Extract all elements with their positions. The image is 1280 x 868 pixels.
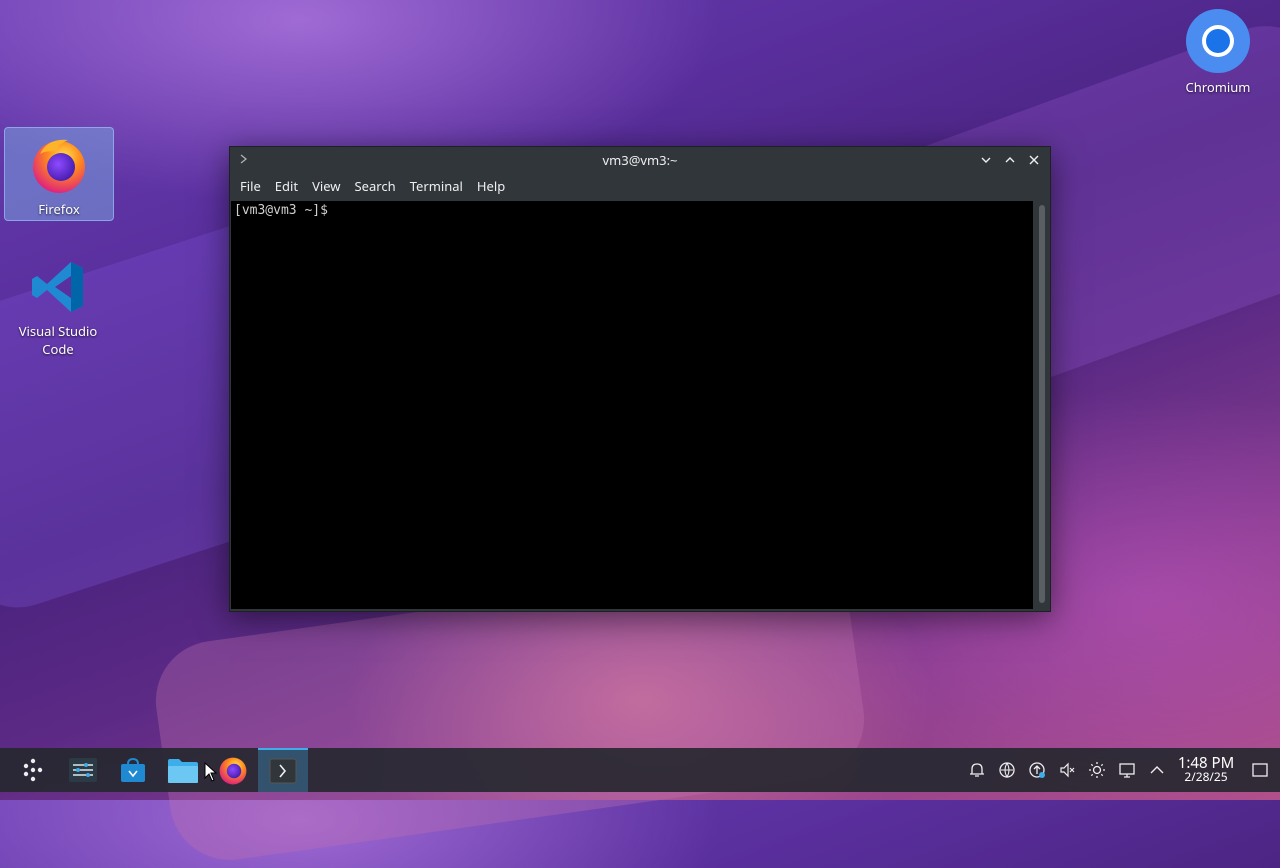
desktop-icon-label: Visual Studio Code xyxy=(18,322,98,358)
chevron-down-icon xyxy=(981,157,991,163)
show-desktop-icon xyxy=(1252,763,1268,777)
menu-edit[interactable]: Edit xyxy=(269,177,304,195)
desktop-icon-chromium[interactable]: Chromium xyxy=(1164,2,1272,96)
file-manager-icon xyxy=(168,759,198,783)
tray-display[interactable] xyxy=(1112,748,1142,792)
tray-network[interactable] xyxy=(992,748,1022,792)
system-tray: 1:48 PM 2/28/25 xyxy=(962,748,1280,792)
taskbar-file-manager[interactable] xyxy=(158,748,208,792)
minimize-button[interactable] xyxy=(976,150,996,170)
firefox-icon xyxy=(33,139,85,193)
network-icon xyxy=(999,762,1015,779)
taskbar: 1:48 PM 2/28/25 xyxy=(0,748,1280,792)
vscode-icon xyxy=(32,262,83,312)
window-titlebar[interactable]: vm3@vm3:~ xyxy=(230,147,1050,173)
menu-file[interactable]: File xyxy=(234,177,267,195)
system-settings-icon xyxy=(69,758,97,782)
tray-notifications[interactable] xyxy=(962,748,992,792)
show-desktop-button[interactable] xyxy=(1240,748,1280,792)
desktop-icon-label: Chromium xyxy=(1185,78,1251,96)
tray-volume[interactable] xyxy=(1052,748,1082,792)
taskbar-terminal[interactable] xyxy=(258,748,308,792)
taskbar-discover[interactable] xyxy=(108,748,158,792)
menu-help[interactable]: Help xyxy=(471,177,511,195)
maximize-button[interactable] xyxy=(1000,150,1020,170)
window-title: vm3@vm3:~ xyxy=(602,151,678,169)
scrollbar[interactable] xyxy=(1036,201,1048,609)
app-launcher-icon xyxy=(23,758,43,782)
terminal-window[interactable]: vm3@vm3:~ File Edit View Search Terminal… xyxy=(229,146,1051,612)
tray-expand[interactable] xyxy=(1142,748,1172,792)
mouse-cursor-icon xyxy=(204,762,218,782)
app-launcher-button[interactable] xyxy=(8,748,58,792)
terminal-app-icon xyxy=(238,153,252,167)
close-icon xyxy=(1029,155,1039,165)
shell-prompt: [vm3@vm3 ~]$ xyxy=(234,203,328,218)
menu-terminal[interactable]: Terminal xyxy=(404,177,469,195)
menu-bar: File Edit View Search Terminal Help xyxy=(230,173,1050,199)
tray-brightness[interactable] xyxy=(1082,748,1112,792)
menu-search[interactable]: Search xyxy=(349,177,402,195)
firefox-icon xyxy=(219,757,247,785)
volume-muted-icon xyxy=(1060,762,1075,778)
tray-updates[interactable] xyxy=(1022,748,1052,792)
discover-store-icon xyxy=(121,757,145,782)
clock[interactable]: 1:48 PM 2/28/25 xyxy=(1172,756,1240,784)
display-icon xyxy=(1119,763,1135,778)
notifications-icon xyxy=(970,763,984,777)
desktop-icon-firefox[interactable]: Firefox xyxy=(4,127,114,221)
chevron-up-icon xyxy=(1005,157,1015,163)
menu-view[interactable]: View xyxy=(306,177,346,195)
chromium-icon xyxy=(1186,9,1250,73)
show-hidden-icon xyxy=(1150,766,1164,774)
taskbar-system-settings[interactable] xyxy=(58,748,108,792)
desktop-icon-label: Firefox xyxy=(38,200,80,218)
updates-icon xyxy=(1029,762,1045,778)
terminal-icon xyxy=(269,758,297,784)
close-button[interactable] xyxy=(1024,150,1044,170)
desktop-icon-vscode[interactable]: Visual Studio Code xyxy=(4,250,112,358)
terminal-output[interactable]: [vm3@vm3 ~]$ xyxy=(231,201,1033,609)
scrollbar-thumb[interactable] xyxy=(1039,205,1045,603)
brightness-icon xyxy=(1089,762,1105,778)
